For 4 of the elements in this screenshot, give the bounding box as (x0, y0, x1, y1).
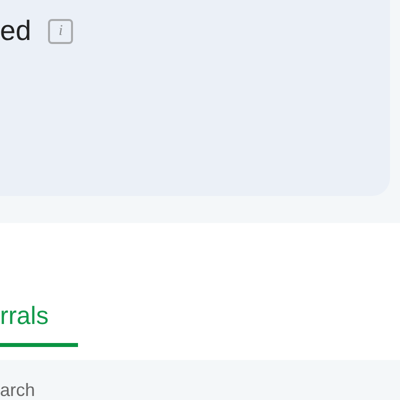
search-field[interactable]: arch (0, 380, 300, 400)
tab[interactable]: rrals (0, 302, 78, 347)
info-icon[interactable]: i (48, 18, 74, 44)
card-title: ed (0, 16, 32, 46)
